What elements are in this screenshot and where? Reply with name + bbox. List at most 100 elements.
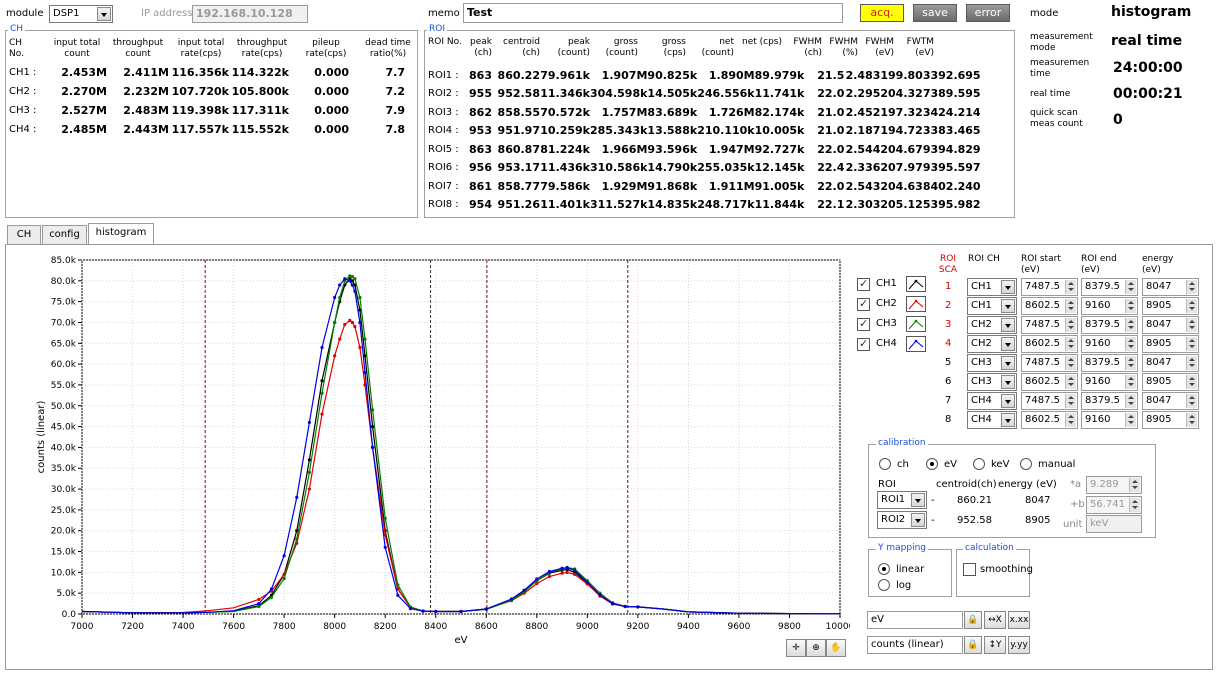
sca-start-field[interactable]: 7487.5 — [1021, 392, 1078, 410]
line-plot-icon[interactable] — [906, 276, 926, 292]
spin-arrows-icon[interactable] — [1065, 394, 1076, 408]
sca-end-field[interactable]: 8379.5 — [1081, 278, 1138, 296]
sca-end-field[interactable]: 9160 — [1081, 297, 1138, 315]
sca-ch-select[interactable]: CH4 — [967, 411, 1017, 429]
y-mapping-log-radio[interactable] — [878, 579, 890, 591]
module-select[interactable]: DSP1 — [49, 5, 113, 23]
spin-arrows-icon[interactable] — [1186, 318, 1197, 332]
y-format-button[interactable]: y.yy — [1008, 636, 1030, 654]
legend-checkbox-ch3[interactable] — [857, 317, 870, 331]
tab-histogram[interactable]: histogram — [88, 223, 154, 245]
sca-start-field[interactable]: 8602.5 — [1021, 373, 1078, 391]
sca-end-field[interactable]: 9160 — [1081, 373, 1138, 391]
sca-ch-select[interactable]: CH3 — [967, 373, 1017, 391]
sca-energy-field[interactable]: 8905 — [1142, 297, 1199, 315]
sca-end-field[interactable]: 9160 — [1081, 335, 1138, 353]
spin-arrows-icon[interactable] — [1125, 375, 1136, 389]
cal-b-field[interactable]: 56.741 — [1086, 496, 1142, 514]
spin-arrows-icon[interactable] — [1125, 413, 1136, 427]
calibration-ev-radio[interactable] — [926, 458, 938, 470]
sca-energy-field[interactable]: 8047 — [1142, 316, 1199, 334]
cal-roi1-select[interactable]: ROI1 — [877, 491, 927, 509]
chevron-down-icon[interactable] — [1001, 356, 1015, 370]
sca-start-field[interactable]: 7487.5 — [1021, 354, 1078, 372]
x-axis-name-field[interactable]: eV — [867, 611, 963, 629]
spin-arrows-icon[interactable] — [1065, 280, 1076, 294]
calibration-manual-radio[interactable] — [1020, 458, 1032, 470]
chevron-down-icon[interactable] — [911, 513, 925, 527]
sca-ch-select[interactable]: CH3 — [967, 354, 1017, 372]
cal-unit-field[interactable]: keV — [1086, 515, 1142, 533]
spin-arrows-icon[interactable] — [1186, 280, 1197, 294]
cursor-tool-button[interactable]: ✛ — [786, 639, 806, 657]
line-plot-icon[interactable] — [906, 316, 926, 332]
spin-arrows-icon[interactable] — [1129, 478, 1140, 492]
acq-button[interactable]: acq. — [860, 4, 904, 22]
y-lock-button[interactable]: 🔒 — [964, 636, 982, 654]
legend-checkbox-ch4[interactable] — [857, 337, 870, 351]
spin-arrows-icon[interactable] — [1065, 375, 1076, 389]
sca-energy-field[interactable]: 8905 — [1142, 335, 1199, 353]
smoothing-checkbox[interactable] — [963, 563, 976, 576]
chevron-down-icon[interactable] — [1001, 394, 1015, 408]
tab-config[interactable]: config — [42, 225, 87, 245]
memo-input[interactable]: Test — [463, 3, 843, 23]
y-axis-name-field[interactable]: counts (linear) — [867, 636, 963, 654]
spin-arrows-icon[interactable] — [1186, 413, 1197, 427]
legend-checkbox-ch2[interactable] — [857, 297, 870, 311]
calibration-kev-radio[interactable] — [973, 458, 985, 470]
spin-arrows-icon[interactable] — [1125, 318, 1136, 332]
spin-arrows-icon[interactable] — [1186, 299, 1197, 313]
sca-start-field[interactable]: 8602.5 — [1021, 297, 1078, 315]
sca-energy-field[interactable]: 8047 — [1142, 392, 1199, 410]
sca-end-field[interactable]: 8379.5 — [1081, 354, 1138, 372]
sca-start-field[interactable]: 8602.5 — [1021, 335, 1078, 353]
y-autoscale-button[interactable]: ↕Y — [984, 636, 1006, 654]
x-format-button[interactable]: x.xx — [1008, 611, 1030, 629]
x-autoscale-button[interactable]: ↔X — [984, 611, 1006, 629]
legend-checkbox-ch1[interactable] — [857, 277, 870, 291]
sca-end-field[interactable]: 9160 — [1081, 411, 1138, 429]
error-button[interactable]: error — [966, 4, 1010, 22]
sca-ch-select[interactable]: CH1 — [967, 297, 1017, 315]
spin-arrows-icon[interactable] — [1125, 280, 1136, 294]
spin-arrows-icon[interactable] — [1125, 299, 1136, 313]
sca-end-field[interactable]: 8379.5 — [1081, 316, 1138, 334]
chevron-down-icon[interactable] — [1001, 318, 1015, 332]
sca-ch-select[interactable]: CH1 — [967, 278, 1017, 296]
chevron-down-icon[interactable] — [1001, 337, 1015, 351]
spin-arrows-icon[interactable] — [1065, 356, 1076, 370]
chevron-down-icon[interactable] — [1001, 280, 1015, 294]
sca-ch-select[interactable]: CH4 — [967, 392, 1017, 410]
spin-arrows-icon[interactable] — [1065, 299, 1076, 313]
spin-arrows-icon[interactable] — [1065, 337, 1076, 351]
spin-arrows-icon[interactable] — [1186, 375, 1197, 389]
histogram-chart[interactable]: 0.0 5.0k 10.0k 15.0k 20.0k 25.0k 30.0k 35.0k 40.… — [10, 250, 850, 655]
spin-arrows-icon[interactable] — [1125, 394, 1136, 408]
spin-arrows-icon[interactable] — [1125, 356, 1136, 370]
cal-roi2-select[interactable]: ROI2 — [877, 511, 927, 529]
line-plot-icon[interactable] — [906, 336, 926, 352]
sca-energy-field[interactable]: 8047 — [1142, 354, 1199, 372]
cal-a-field[interactable]: 9.289 — [1086, 476, 1142, 494]
sca-ch-select[interactable]: CH2 — [967, 316, 1017, 334]
zoom-tool-button[interactable]: ⊕ — [806, 639, 826, 657]
spin-arrows-icon[interactable] — [1065, 413, 1076, 427]
calibration-ch-radio[interactable] — [879, 458, 891, 470]
plot-area[interactable] — [81, 259, 841, 615]
save-button[interactable]: save — [913, 4, 957, 22]
x-lock-button[interactable]: 🔒 — [964, 611, 982, 629]
line-plot-icon[interactable] — [906, 296, 926, 312]
y-mapping-linear-radio[interactable] — [878, 563, 890, 575]
spin-arrows-icon[interactable] — [1065, 318, 1076, 332]
spin-arrows-icon[interactable] — [1186, 337, 1197, 351]
spin-arrows-icon[interactable] — [1186, 394, 1197, 408]
sca-energy-field[interactable]: 8905 — [1142, 373, 1199, 391]
tab-ch[interactable]: CH — [7, 225, 41, 245]
pan-tool-button[interactable]: ✋ — [826, 639, 846, 657]
sca-start-field[interactable]: 7487.5 — [1021, 278, 1078, 296]
sca-energy-field[interactable]: 8047 — [1142, 278, 1199, 296]
sca-end-field[interactable]: 8379.5 — [1081, 392, 1138, 410]
chevron-down-icon[interactable] — [97, 7, 111, 21]
spin-arrows-icon[interactable] — [1125, 337, 1136, 351]
